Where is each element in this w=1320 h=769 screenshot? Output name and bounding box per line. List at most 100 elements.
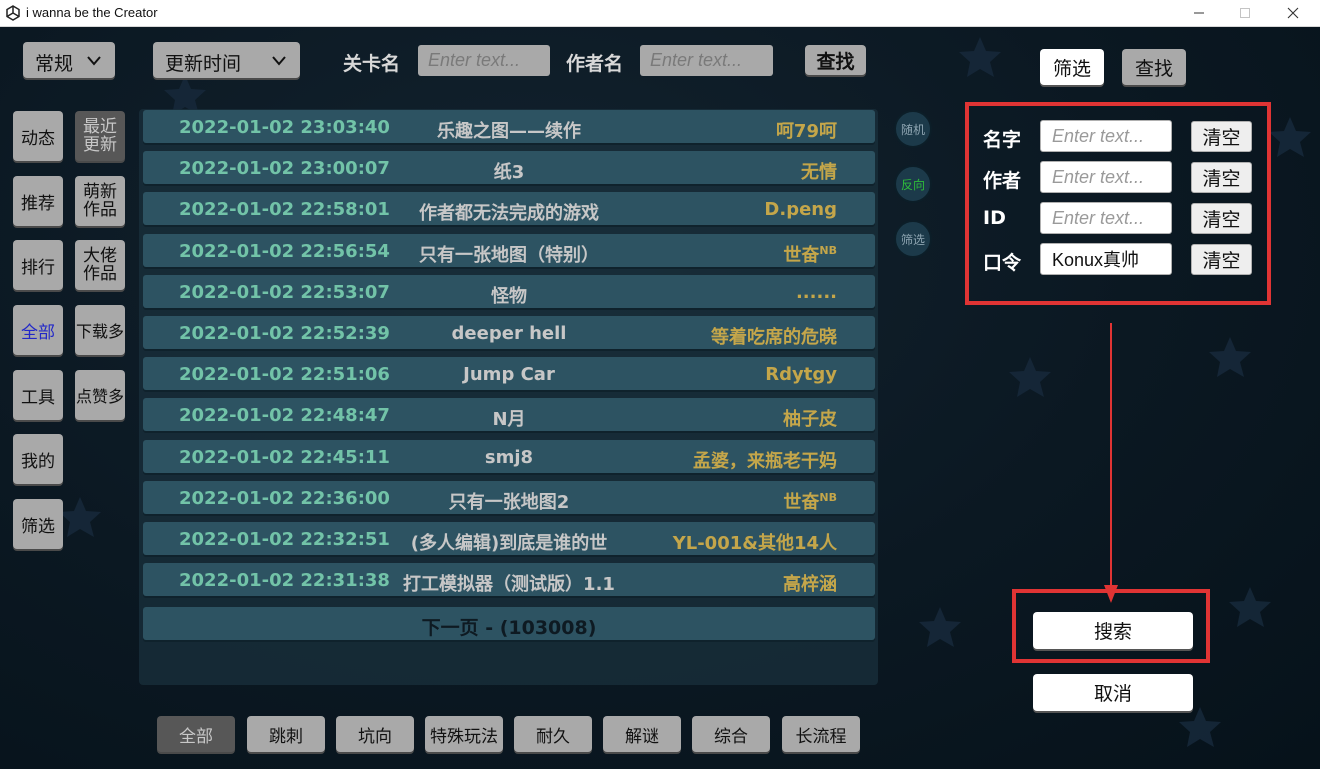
clear-name-button[interactable]: 清空 (1191, 121, 1252, 152)
clear-password-button[interactable]: 清空 (1191, 244, 1252, 275)
row-date: 2022-01-02 22:32:51 (179, 529, 390, 550)
row-level-name: smj8 (484, 446, 534, 468)
category-all[interactable]: 全部 (157, 716, 235, 752)
row-level-name: N月 (492, 409, 526, 431)
nav-newbie-works[interactable]: 萌新作品 (75, 176, 125, 226)
nav-recommend[interactable]: 推荐 (13, 176, 63, 226)
row-author: 等着吃席的危晓 (711, 323, 837, 349)
nav-dynamic[interactable]: 动态 (13, 111, 63, 161)
row-author: 呵79呵 (776, 117, 837, 143)
window-title: i wanna be the Creator (26, 5, 158, 20)
clear-author-button[interactable]: 清空 (1191, 162, 1252, 193)
row-author: YL-001&其他14人 (673, 529, 837, 555)
row-author: 无情 (801, 158, 837, 184)
reverse-button[interactable]: 反向 (894, 165, 932, 203)
find-tab[interactable]: 查找 (1122, 49, 1186, 85)
table-row[interactable]: 2022-01-02 23:03:40 乐趣之图——续作 呵79呵 (143, 110, 875, 143)
table-row[interactable]: 2022-01-02 22:51:06 Jump Car Rdytgy (143, 357, 875, 391)
chevron-down-icon (272, 56, 286, 66)
nav-expert-works[interactable]: 大佬作品 (75, 240, 125, 290)
category-puzzle[interactable]: 解谜 (603, 716, 681, 752)
nav-recent-update[interactable]: 最近更新 (75, 111, 125, 161)
close-button[interactable] (1270, 0, 1316, 26)
row-author-name: 世奋 (783, 244, 820, 266)
row-author: D.peng (764, 199, 837, 220)
maximize-icon (1240, 8, 1250, 18)
find-button[interactable]: 查找 (805, 45, 866, 75)
filter-circle-button[interactable]: 筛选 (894, 220, 932, 258)
search-button[interactable]: 搜索 (1033, 612, 1193, 649)
category-long-course[interactable]: 长流程 (782, 716, 860, 752)
row-author-name: 世奋 (783, 491, 820, 513)
filter-tab[interactable]: 筛选 (1040, 49, 1104, 85)
table-row[interactable]: 2022-01-02 22:52:39 deeper hell 等着吃席的危晓 (143, 316, 875, 349)
nav-mine[interactable]: 我的 (13, 434, 63, 484)
row-author-badge: NB (819, 243, 837, 257)
id-field[interactable]: Enter text... (1040, 202, 1172, 234)
row-level-name: 作者都无法完成的游戏 (419, 203, 599, 225)
author-field[interactable]: Enter text... (1040, 161, 1172, 193)
nav-most-downloads[interactable]: 下载多 (75, 305, 125, 355)
minimize-button[interactable] (1176, 0, 1222, 26)
table-row[interactable]: 2022-01-02 22:32:51 (多人编辑)到底是谁的世 YL-001&其他… (143, 522, 875, 555)
game-screen: 常规 更新时间 关卡名 Enter text... 作者名 Enter text… (0, 27, 1320, 769)
row-date: 2022-01-02 23:03:40 (179, 117, 390, 138)
mode-dropdown[interactable]: 常规 (23, 42, 115, 78)
row-date: 2022-01-02 22:51:06 (179, 364, 390, 386)
next-page-button[interactable]: 下一页 - (103008) (143, 607, 875, 640)
category-mixed[interactable]: 综合 (692, 716, 770, 752)
chevron-down-icon (87, 56, 101, 66)
table-row[interactable]: 2022-01-02 22:58:01 作者都无法完成的游戏 D.peng (143, 192, 875, 226)
name-field[interactable]: Enter text... (1040, 120, 1172, 152)
row-level-name: (多人编辑)到底是谁的世 (410, 533, 608, 554)
row-date: 2022-01-02 22:56:54 (179, 240, 390, 262)
author-name-input[interactable]: Enter text... (640, 45, 773, 76)
nav-tools[interactable]: 工具 (13, 370, 63, 420)
nav-all[interactable]: 全部 (13, 305, 63, 355)
category-special-gameplay[interactable]: 特殊玩法 (425, 716, 503, 752)
clear-id-button[interactable]: 清空 (1191, 203, 1252, 234)
row-level-name: 纸3 (493, 162, 525, 184)
password-field[interactable]: Konux真帅 (1040, 243, 1172, 275)
row-date: 2022-01-02 22:45:11 (179, 446, 390, 468)
mode-dropdown-value: 常规 (35, 53, 74, 75)
sort-dropdown[interactable]: 更新时间 (153, 42, 300, 78)
table-row[interactable]: 2022-01-02 22:56:54 只有一张地图（特别） 世奋NB (143, 233, 875, 267)
field-label-password: 口令 (983, 252, 1022, 274)
table-row[interactable]: 2022-01-02 22:53:07 怪物...... (143, 274, 875, 308)
table-row[interactable]: 2022-01-02 22:36:00 只有一张地图2 世奋NB (143, 480, 875, 514)
minimize-icon (1194, 12, 1204, 14)
row-level-name: 打工模拟器（测试版）1.1 (403, 574, 615, 596)
level-name-input[interactable]: Enter text... (418, 45, 550, 76)
category-endurance[interactable]: 耐久 (514, 716, 592, 752)
nav-ranking[interactable]: 排行 (13, 240, 63, 290)
table-row[interactable]: 2022-01-02 23:00:07 纸3 无情 (143, 151, 875, 185)
random-button[interactable]: 随机 (894, 110, 932, 148)
field-label-id: ID (983, 207, 1006, 229)
row-author-name: 呵79呵 (775, 121, 837, 142)
row-author: 世奋NB (783, 488, 837, 514)
row-level-name: Jump Car (463, 364, 555, 386)
row-date: 2022-01-02 22:58:01 (179, 199, 390, 221)
row-author-name: ...... (795, 281, 837, 303)
row-author: ...... (796, 282, 837, 303)
next-page-label: 下一页 - (103008) (421, 617, 597, 639)
category-jump-spike[interactable]: 跳刺 (247, 716, 325, 752)
nav-most-likes[interactable]: 点赞多 (75, 370, 125, 420)
category-troll[interactable]: 坑向 (336, 716, 414, 752)
author-name-label: 作者名 (566, 53, 624, 75)
table-row[interactable]: 2022-01-02 22:45:11 smj8 孟婆，来瓶老干妈 (143, 439, 875, 473)
row-author-name: 无情 (801, 162, 837, 184)
window-title-bar: i wanna be the Creator (0, 0, 1320, 27)
cancel-button[interactable]: 取消 (1033, 674, 1193, 711)
row-level-name: 只有一张地图（特别） (419, 244, 599, 266)
table-row[interactable]: 2022-01-02 22:48:47 N月 柚子皮 (143, 398, 875, 432)
table-row[interactable]: 2022-01-02 22:31:38 打工模拟器（测试版）1.1 高梓涵 (143, 563, 875, 597)
row-author-name: Rdytgy (765, 364, 837, 386)
arrow-down-icon (1104, 323, 1118, 603)
maximize-button[interactable] (1222, 0, 1268, 26)
unity-logo-icon (6, 5, 20, 21)
row-level-name: deeper hell (451, 323, 567, 344)
nav-filter[interactable]: 筛选 (13, 499, 63, 549)
row-author-name: YL-001&其他14人 (672, 533, 837, 554)
